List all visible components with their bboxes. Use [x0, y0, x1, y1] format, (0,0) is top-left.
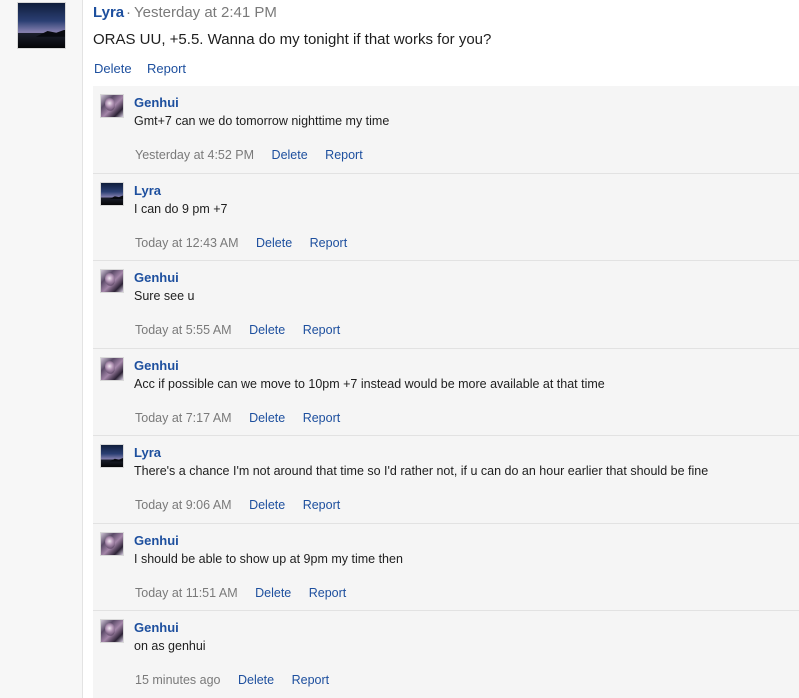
author-name[interactable]: Lyra — [134, 445, 161, 460]
reply-meta: 15 minutes ago Delete Report — [135, 673, 329, 687]
reply-item: Genhui I should be able to show up at 9p… — [93, 524, 799, 611]
report-link[interactable]: Report — [147, 61, 186, 76]
message-text: ORAS UU, +5.5. Wanna do my tonight if th… — [93, 31, 492, 48]
timestamp: 15 minutes ago — [135, 673, 221, 687]
timestamp: Yesterday at 4:52 PM — [135, 148, 255, 162]
author-name[interactable]: Lyra — [134, 183, 161, 198]
left-rail — [0, 0, 83, 698]
author-name[interactable]: Genhui — [134, 533, 179, 548]
report-link[interactable]: Report — [292, 673, 330, 687]
delete-link[interactable]: Delete — [238, 673, 274, 687]
author-name[interactable]: Genhui — [134, 620, 179, 635]
reply-list: Genhui Gmt+7 can we do tomorrow nighttim… — [93, 86, 799, 698]
reply-text: I should be able to show up at 9pm my ti… — [134, 551, 403, 566]
reply-item: Genhui Acc if possible can we move to 10… — [93, 349, 799, 436]
reply-text: Gmt+7 can we do tomorrow nighttime my ti… — [134, 114, 390, 128]
avatar[interactable] — [100, 531, 124, 556]
delete-link[interactable]: Delete — [256, 236, 292, 250]
reply-text: Sure see u — [134, 289, 195, 303]
avatar[interactable] — [100, 356, 124, 381]
delete-link[interactable]: Delete — [255, 586, 291, 600]
avatar[interactable] — [100, 269, 124, 293]
delete-link[interactable]: Delete — [249, 323, 285, 337]
report-link[interactable]: Report — [303, 498, 341, 512]
delete-link[interactable]: Delete — [249, 498, 285, 512]
report-link[interactable]: Report — [309, 586, 347, 600]
author-name[interactable]: Genhui — [134, 358, 179, 373]
reply-text: There's a chance I'm not around that tim… — [134, 464, 709, 478]
author-name[interactable]: Genhui — [134, 270, 179, 285]
avatar[interactable] — [100, 619, 124, 643]
report-link[interactable]: Report — [303, 323, 341, 337]
reply-meta: Today at 9:06 AM Delete Report — [135, 498, 340, 512]
report-link[interactable]: Report — [325, 148, 363, 162]
timestamp: Today at 11:51 AM — [135, 585, 238, 600]
avatar[interactable] — [100, 444, 124, 468]
delete-link[interactable]: Delete — [272, 148, 308, 162]
reply-item: Lyra There's a chance I'm not around tha… — [93, 436, 799, 524]
reply-item: Genhui on as genhui 15 minutes ago Delet… — [93, 611, 799, 698]
timestamp: Yesterday at 2:41 PM — [134, 4, 277, 21]
reply-meta: Today at 12:43 AM Delete Report — [135, 236, 347, 250]
author-name[interactable]: Lyra — [93, 4, 124, 21]
timestamp: Today at 5:55 AM — [135, 323, 232, 337]
avatar[interactable] — [17, 2, 66, 49]
reply-meta: Yesterday at 4:52 PM Delete Report — [135, 148, 363, 162]
reply-item: Genhui Gmt+7 can we do tomorrow nighttim… — [93, 86, 799, 174]
reply-text: I can do 9 pm +7 — [134, 201, 228, 216]
avatar[interactable] — [100, 181, 124, 206]
reply-meta: Today at 7:17 AM Delete Report — [135, 411, 340, 425]
root-message: Lyra · Yesterday at 2:41 PM ORAS UU, +5.… — [17, 0, 799, 698]
separator: · — [126, 4, 131, 21]
timestamp: Today at 7:17 AM — [135, 410, 232, 425]
author-name[interactable]: Genhui — [134, 95, 179, 110]
reply-item: Lyra I can do 9 pm +7 Today at 12:43 AM … — [93, 174, 799, 261]
reply-item: Genhui Sure see u Today at 5:55 AM Delet… — [93, 261, 799, 349]
timestamp: Today at 9:06 AM — [135, 498, 232, 512]
reply-meta: Today at 5:55 AM Delete Report — [135, 323, 340, 337]
report-link[interactable]: Report — [310, 236, 348, 250]
reply-text: on as genhui — [134, 639, 206, 653]
reply-meta: Today at 11:51 AM Delete Report — [135, 586, 346, 600]
timestamp: Today at 12:43 AM — [135, 235, 239, 250]
reply-text: Acc if possible can we move to 10pm +7 i… — [134, 376, 605, 391]
avatar[interactable] — [100, 94, 124, 118]
delete-link[interactable]: Delete — [94, 61, 132, 76]
report-link[interactable]: Report — [303, 411, 341, 425]
delete-link[interactable]: Delete — [249, 411, 285, 425]
